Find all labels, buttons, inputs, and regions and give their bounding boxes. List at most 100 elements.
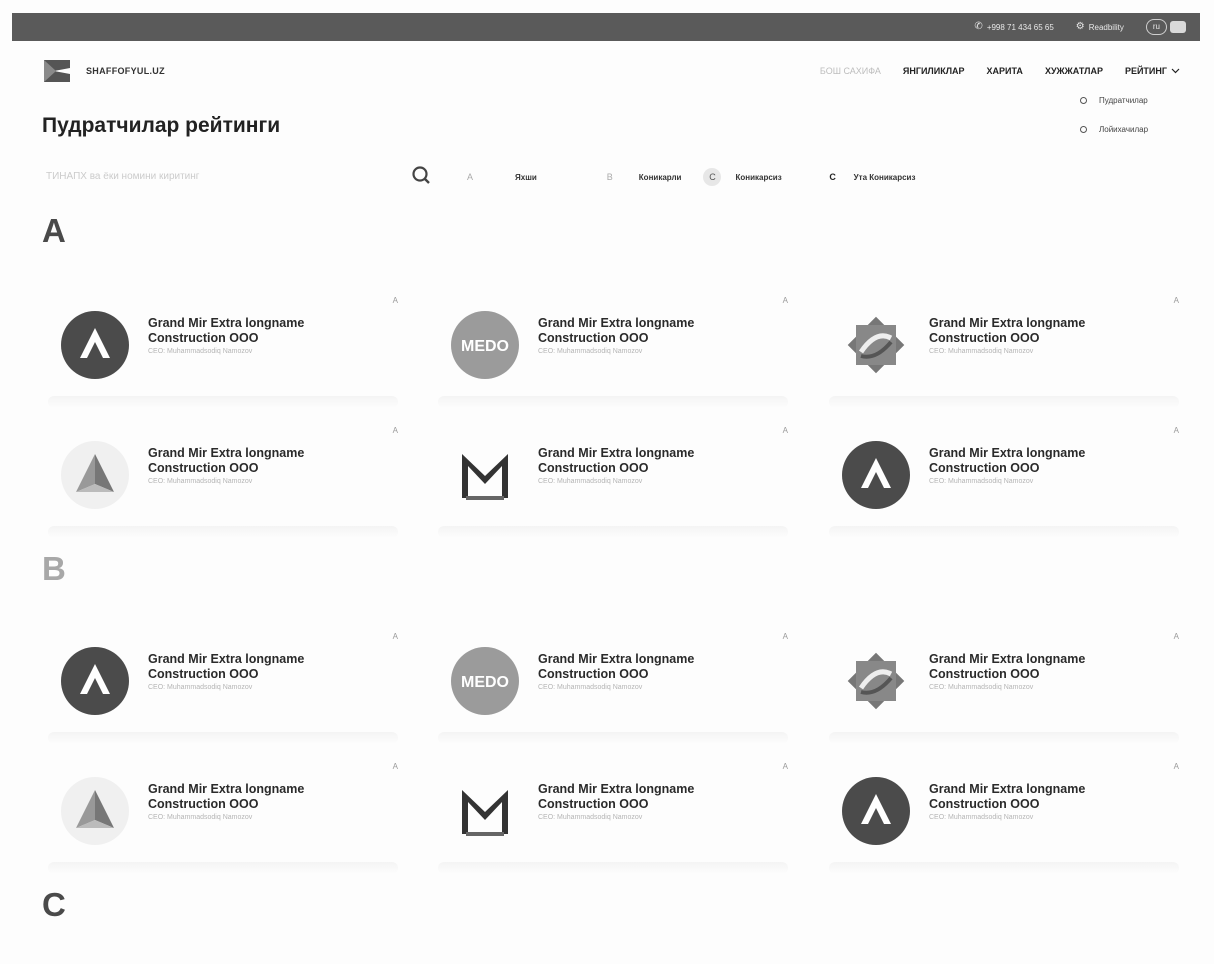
filter-label: Коникарли: [638, 172, 682, 182]
grade-badge: A: [392, 296, 398, 305]
circle-a-logo-icon: [61, 647, 129, 715]
language-switch[interactable]: ru: [1145, 19, 1186, 35]
contractor-card[interactable]: Grand Mir Extra longname Construction OO…: [829, 296, 1189, 408]
contractor-card[interactable]: MEDO Grand Mir Extra longname Constructi…: [438, 632, 798, 744]
contractor-ceo: CEO: Muhammadsodiq Namozov: [148, 684, 253, 691]
main-nav: БОШ САХИФА ЯНГИЛИКЛАР ХАРИТА ХУЖЖАТЛАР Р…: [820, 66, 1180, 76]
circle-a-logo-icon: [842, 441, 910, 509]
nav-rating-label: РЕЙТИНГ: [1124, 66, 1167, 76]
brand-name: SHAFFOFYUL.UZ: [86, 66, 165, 76]
grade-badge: A: [782, 762, 788, 771]
medo-logo-icon: MEDO: [451, 311, 519, 379]
search-input[interactable]: [44, 163, 418, 189]
dropdown-item-label: Лойихачилар: [1099, 125, 1149, 134]
page-title: Пудратчилар рейтинги: [42, 114, 281, 137]
m-logo-icon: [462, 790, 508, 836]
contractor-name: Grand Mir Extra longname Construction OO…: [148, 782, 305, 811]
contractor-card[interactable]: Grand Mir Extra longname Construction OO…: [438, 426, 798, 538]
section-letter: B: [42, 550, 66, 587]
contractor-name: Grand Mir Extra longname Construction OO…: [929, 446, 1086, 475]
contractor-ceo: CEO: Muhammadsodiq Namozov: [538, 348, 643, 355]
phone-number: +998 71 434 65 65: [986, 22, 1054, 32]
chevron-down-icon: [1171, 68, 1180, 74]
contractor-card[interactable]: MEDO Grand Mir Extra longname Constructi…: [438, 296, 798, 408]
contractor-ceo: CEO: Muhammadsodiq Namozov: [929, 814, 1034, 821]
contractor-card[interactable]: Grand Mir Extra longname Construction OO…: [438, 762, 798, 874]
contractor-card[interactable]: Grand Mir Extra longname Construction OO…: [829, 632, 1189, 744]
contractor-name: Grand Mir Extra longname Construction OO…: [148, 652, 305, 681]
grade-filters: A Яхши B Коникарли C Коникарсиз C Ута Ко…: [463, 168, 961, 186]
contractor-card[interactable]: Grand Mir Extra longname Construction OO…: [48, 426, 408, 538]
search-icon[interactable]: [410, 164, 432, 186]
contractor-name: Grand Mir Extra longname Construction OO…: [538, 652, 695, 681]
phone-icon: ✆: [974, 21, 983, 32]
grade-badge: A: [1173, 296, 1179, 305]
contractor-card[interactable]: Grand Mir Extra longname Construction OO…: [48, 632, 408, 744]
grade-badge: A: [1173, 632, 1179, 641]
filter-good[interactable]: A Яхши: [463, 172, 537, 182]
circle-a-logo-icon: [61, 311, 129, 379]
section-letter: A: [42, 212, 66, 249]
section-letter: C: [42, 886, 66, 923]
grade-badge: A: [392, 426, 398, 435]
readability-label: Readbility: [1088, 22, 1124, 32]
grade-badge: A: [782, 426, 788, 435]
readability-button[interactable]: ⚙ Readbility: [1076, 22, 1124, 32]
contractor-ceo: CEO: Muhammadsodiq Namozov: [929, 478, 1034, 485]
grade-badge: A: [1173, 426, 1179, 435]
filter-badge: C: [829, 172, 836, 182]
readability-icon: ⚙: [1075, 21, 1085, 32]
phone-link[interactable]: ✆ +998 71 434 65 65: [974, 22, 1053, 32]
nav-documents[interactable]: ХУЖЖАТЛАР: [1045, 66, 1103, 76]
grade-badge: A: [1173, 762, 1179, 771]
grade-badge: A: [782, 296, 788, 305]
filter-badge: B: [606, 172, 613, 182]
filter-unsatisfactory[interactable]: C Коникарсиз: [703, 168, 782, 186]
rating-dropdown: Пудратчилар Лойихачилар: [1080, 92, 1148, 150]
contractor-card[interactable]: Grand Mir Extra longname Construction OO…: [48, 762, 408, 874]
language-toggle[interactable]: [1170, 21, 1186, 33]
triangle-logo-icon: [61, 441, 129, 509]
top-bar: ✆ +998 71 434 65 65 ⚙ Readbility ru: [12, 13, 1200, 41]
grade-badge: A: [782, 632, 788, 641]
contractor-ceo: CEO: Muhammadsodiq Namozov: [929, 684, 1034, 691]
filter-satisfactory[interactable]: B Коникарли: [603, 172, 682, 182]
m-logo-icon: [462, 454, 508, 500]
contractor-card[interactable]: Grand Mir Extra longname Construction OO…: [48, 296, 408, 408]
svg-text:MEDO: MEDO: [461, 338, 509, 355]
nav-map[interactable]: ХАРИТА: [987, 66, 1023, 76]
contractor-card[interactable]: Grand Mir Extra longname Construction OO…: [829, 762, 1189, 874]
contractor-ceo: CEO: Muhammadsodiq Namozov: [929, 348, 1034, 355]
contractor-ceo: CEO: Muhammadsodiq Namozov: [148, 348, 253, 355]
contractor-name: Grand Mir Extra longname Construction OO…: [148, 316, 305, 345]
circle-a-logo-icon: [842, 777, 910, 845]
triangle-logo-icon: [61, 777, 129, 845]
brand-mark-icon: [44, 60, 70, 82]
medo-logo-icon: MEDO: [451, 647, 519, 715]
contractor-ceo: CEO: Muhammadsodiq Namozov: [538, 814, 643, 821]
filter-very-unsatisfactory[interactable]: C Ута Коникарсиз: [826, 172, 916, 182]
contractor-ceo: CEO: Muhammadsodiq Namozov: [148, 478, 253, 485]
bullet-icon: [1080, 126, 1087, 133]
filter-label: Коникарсиз: [735, 172, 782, 182]
filter-badge: C: [703, 168, 722, 186]
contractor-name: Grand Mir Extra longname Construction OO…: [929, 652, 1086, 681]
contractor-ceo: CEO: Muhammadsodiq Namozov: [538, 684, 643, 691]
contractor-name: Grand Mir Extra longname Construction OO…: [538, 782, 695, 811]
dropdown-item-contractors[interactable]: Пудратчилар: [1080, 92, 1148, 109]
nav-news[interactable]: ЯНГИЛИКЛАР: [903, 66, 965, 76]
contractor-ceo: CEO: Muhammadsodiq Namozov: [538, 478, 643, 485]
filter-label: Ута Коникарсиз: [853, 172, 916, 182]
brand-logo[interactable]: SHAFFOFYUL.UZ: [42, 56, 165, 86]
nav-home[interactable]: БОШ САХИФА: [820, 66, 881, 76]
contractor-card[interactable]: Grand Mir Extra longname Construction OO…: [829, 426, 1189, 538]
dropdown-item-designers[interactable]: Лойихачилар: [1080, 121, 1148, 138]
nav-rating[interactable]: РЕЙТИНГ: [1125, 66, 1180, 76]
filter-badge: A: [466, 172, 473, 182]
dropdown-item-label: Пудратчилар: [1099, 96, 1148, 105]
bullet-icon: [1080, 97, 1087, 104]
grade-badge: A: [392, 632, 398, 641]
octagon-logo-icon: [847, 652, 905, 710]
contractor-name: Grand Mir Extra longname Construction OO…: [538, 316, 695, 345]
svg-text:MEDO: MEDO: [461, 674, 509, 691]
